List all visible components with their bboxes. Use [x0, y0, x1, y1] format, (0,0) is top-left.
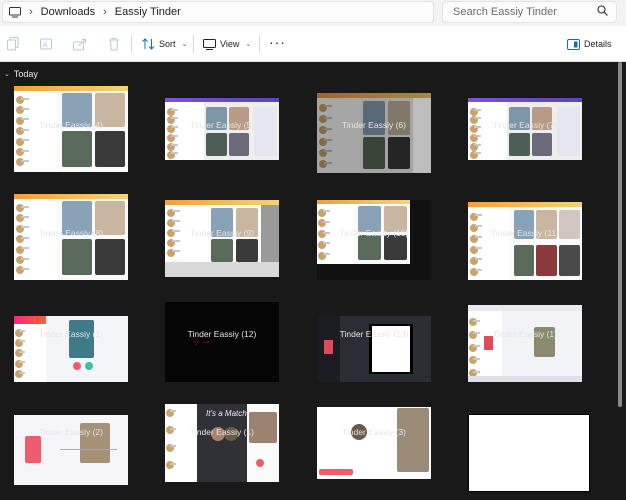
- chevron-right-icon[interactable]: ›: [103, 6, 107, 18]
- file-thumbnail[interactable]: [317, 316, 431, 382]
- file-name[interactable]: Tinder Eassiy (11): [445, 228, 605, 238]
- file-thumbnail[interactable]: [14, 316, 128, 382]
- chevron-down-icon: ⌄: [245, 41, 252, 48]
- sort-label: Sort: [159, 39, 176, 49]
- file-thumbnail[interactable]: [468, 202, 582, 280]
- address-bar: › Downloads › Eassiy Tinder: [0, 0, 626, 26]
- sort-icon: [142, 38, 155, 50]
- file-name[interactable]: Tinder Eassiy (1): [445, 329, 605, 339]
- search-icon[interactable]: [597, 5, 608, 19]
- toolbar-divider: [259, 35, 260, 53]
- view-button[interactable]: View ⌄: [203, 36, 251, 52]
- file-thumbnail[interactable]: [468, 414, 590, 492]
- this-pc-icon[interactable]: [9, 6, 21, 18]
- more-options-icon[interactable]: ···: [269, 34, 286, 50]
- search-box[interactable]: [442, 1, 617, 23]
- file-name[interactable]: Tinder Eassiy (8): [0, 228, 151, 238]
- file-name[interactable]: Tinder Eassiy (3): [294, 427, 454, 437]
- file-name[interactable]: Tinder Eassiy (10): [294, 228, 454, 238]
- delete-icon[interactable]: [106, 36, 122, 52]
- svg-text:A: A: [43, 42, 48, 49]
- scrollbar[interactable]: [618, 62, 622, 407]
- breadcrumb-item-downloads[interactable]: Downloads: [41, 6, 95, 18]
- details-label: Details: [584, 39, 612, 49]
- file-thumbnail[interactable]: [317, 200, 431, 280]
- toolbar-divider: [131, 35, 132, 53]
- file-name[interactable]: Tinder Eassiy (5): [142, 120, 302, 130]
- file-name[interactable]: Tinder Eassiy (7): [445, 120, 605, 130]
- file-name[interactable]: Tinder Eassiy (12): [142, 329, 302, 339]
- sort-button[interactable]: Sort ⌄: [142, 36, 187, 52]
- breadcrumb[interactable]: › Downloads › Eassiy Tinder: [2, 1, 434, 23]
- file-name[interactable]: Tinder Eassiy (4): [0, 120, 151, 130]
- chevron-down-icon[interactable]: ⌄: [4, 70, 10, 78]
- copy-icon[interactable]: [5, 36, 21, 52]
- file-thumbnail[interactable]: [317, 407, 431, 479]
- chevron-right-icon[interactable]: ›: [29, 6, 33, 18]
- file-thumbnail[interactable]: [165, 200, 279, 277]
- search-input[interactable]: [453, 6, 597, 18]
- details-button[interactable]: Details: [567, 36, 612, 52]
- file-thumbnail[interactable]: [468, 305, 582, 382]
- group-header-today[interactable]: ⌄ Today: [4, 69, 38, 79]
- command-bar: A Sort ⌄ View ⌄ ··· Details: [0, 26, 626, 62]
- group-label: Today: [13, 69, 38, 79]
- file-thumbnail[interactable]: [14, 415, 128, 485]
- file-name[interactable]: Tinder Eassiy (6): [294, 120, 454, 130]
- file-name[interactable]: Tinder Eassiy (9): [142, 228, 302, 238]
- toolbar-divider: [193, 35, 194, 53]
- rename-icon[interactable]: A: [38, 36, 54, 52]
- share-icon[interactable]: [72, 36, 88, 52]
- file-thumbnail[interactable]: [317, 93, 431, 173]
- file-name[interactable]: Tinder Eassiy (1): [0, 329, 151, 339]
- file-name[interactable]: Tinder Eassiy (2): [0, 427, 151, 437]
- chevron-down-icon: ⌄: [181, 41, 188, 48]
- file-name[interactable]: Tinder Eassiy (1): [142, 427, 302, 437]
- file-name[interactable]: Tinder Eassiy (13): [294, 329, 454, 339]
- file-thumbnail[interactable]: It's a Match!: [165, 404, 279, 482]
- details-pane-icon: [567, 38, 580, 50]
- file-thumbnail[interactable]: ⊹ ⊸: [165, 302, 279, 382]
- breadcrumb-item-current[interactable]: Eassiy Tinder: [115, 6, 181, 18]
- file-list: ⌄ Today Tinder Eassiy (4) Tinder Eassiy …: [0, 62, 626, 500]
- view-label: View: [220, 39, 240, 49]
- view-icon: [203, 38, 216, 50]
